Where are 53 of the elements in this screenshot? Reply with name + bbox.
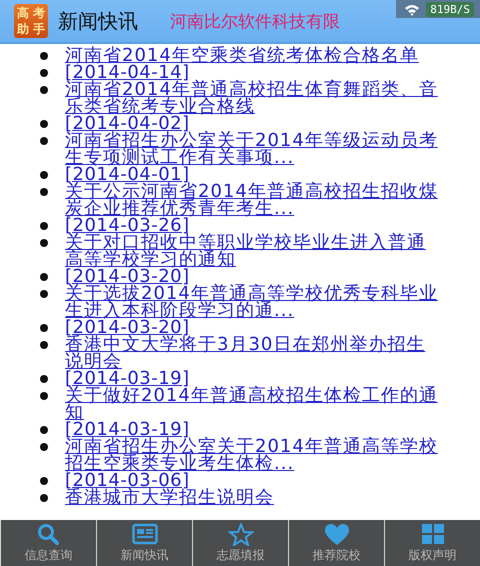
news-link[interactable]: 关于做好2014年普通高校招生体检工作的通知 <box>65 387 440 421</box>
bullet <box>40 137 48 145</box>
date-link[interactable]: [2014-03-20] <box>65 268 440 285</box>
bullet <box>40 222 48 230</box>
news-link[interactable]: 河南省2014年空乘类省统考体检合格名单 <box>65 47 440 64</box>
date-link[interactable]: [2014-04-02] <box>65 115 440 132</box>
bullet <box>40 171 48 179</box>
newspaper-icon <box>132 523 158 544</box>
bullet <box>40 426 48 434</box>
date-link[interactable]: [2014-03-19] <box>65 421 440 438</box>
news-link[interactable]: 关于公示河南省2014年普通高校招生招收煤炭企业推荐优秀青年考生... <box>65 183 440 217</box>
bullet <box>40 392 48 400</box>
nav-tab[interactable]: 新闻快讯 <box>96 520 192 566</box>
bullet <box>40 273 48 281</box>
news-link[interactable]: 香港中文大学将于3月30日在郑州举办招生说明会 <box>65 336 440 370</box>
heart-icon <box>324 524 348 544</box>
date-link[interactable]: [2014-04-14] <box>65 64 440 81</box>
network-speed: 819B/S <box>426 2 474 16</box>
bullet <box>40 188 48 196</box>
bullet <box>40 86 48 94</box>
news-link[interactable]: 河南省2014年普通高校招生体育舞蹈类、音乐类省统考专业合格线 <box>65 81 440 115</box>
date-link[interactable]: [2014-03-06] <box>65 472 440 489</box>
app-logo: 高考助手 <box>14 4 48 38</box>
date-link[interactable]: [2014-03-20] <box>65 319 440 336</box>
page-title: 新闻快讯 <box>58 8 138 34</box>
bullet <box>40 324 48 332</box>
nav-tab[interactable]: 版权声明 <box>384 520 480 566</box>
nav-tab[interactable]: 志愿填报 <box>192 520 288 566</box>
news-link[interactable]: 河南省招生办公室关于2014年等级运动员考生专项测试工作有关事项... <box>65 132 440 166</box>
bullet <box>40 494 48 502</box>
marquee-text: 河南比尔软件科技有限 <box>170 10 340 32</box>
bullet <box>40 341 48 349</box>
bullet <box>40 120 48 128</box>
bullet <box>40 69 48 77</box>
grid-icon <box>422 524 444 544</box>
star-icon <box>228 522 254 546</box>
date-link[interactable]: [2014-03-26] <box>65 217 440 234</box>
bullet <box>40 52 48 60</box>
date-link[interactable]: [2014-03-19] <box>65 370 440 387</box>
search-icon <box>38 524 58 544</box>
bullet <box>40 290 48 298</box>
news-link[interactable]: 河南省招生办公室关于2014年普通高等学校招生空乘类专业考生体检... <box>65 438 440 472</box>
news-link[interactable]: 香港城市大学招生说明会 <box>65 489 440 506</box>
bullet <box>40 477 48 485</box>
bullet <box>40 375 48 383</box>
bullet <box>40 239 48 247</box>
nav-tab[interactable]: 信息查询 <box>0 520 96 566</box>
news-link[interactable]: 关于选拔2014年普通高等学校优秀专科毕业生进入本科阶段学习的通... <box>65 285 440 319</box>
date-link[interactable]: [2014-04-01] <box>65 166 440 183</box>
nav-tab[interactable]: 推荐院校 <box>288 520 384 566</box>
wifi-icon <box>404 2 420 16</box>
bullet <box>40 443 48 451</box>
news-link[interactable]: 关于对口招收中等职业学校毕业生进入普通高等学校学习的通知 <box>65 234 440 268</box>
